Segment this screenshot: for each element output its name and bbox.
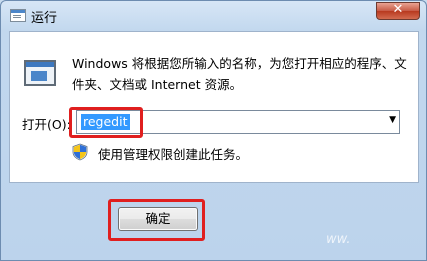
close-icon: ✕ (392, 2, 404, 17)
watermark-text: ww. (326, 232, 351, 247)
window-title: 运行 (31, 11, 58, 26)
uac-shield-icon (72, 143, 88, 161)
run-app-icon (10, 9, 26, 22)
dropdown-arrow-icon[interactable]: ▼ (389, 115, 396, 125)
run-dialog: 运行 ✕ Windows 将根据您所输入的名称，为您打开相应的程序、文件夹、文档… (0, 0, 427, 261)
input-highlight-box (69, 107, 143, 138)
close-button[interactable]: ✕ (376, 2, 420, 20)
open-label: 打开(O): (22, 117, 71, 132)
content-panel: Windows 将根据您所输入的名称，为您打开相应的程序、文件夹、文档或 Int… (9, 31, 419, 183)
ok-highlight-box (108, 199, 205, 241)
description-text: Windows 将根据您所输入的名称，为您打开相应的程序、文件夹、文档或 Int… (72, 56, 407, 92)
title-bar[interactable]: 运行 ✕ (1, 1, 426, 31)
admin-privilege-note: 使用管理权限创建此任务。 (98, 147, 249, 162)
run-program-icon (24, 60, 56, 86)
